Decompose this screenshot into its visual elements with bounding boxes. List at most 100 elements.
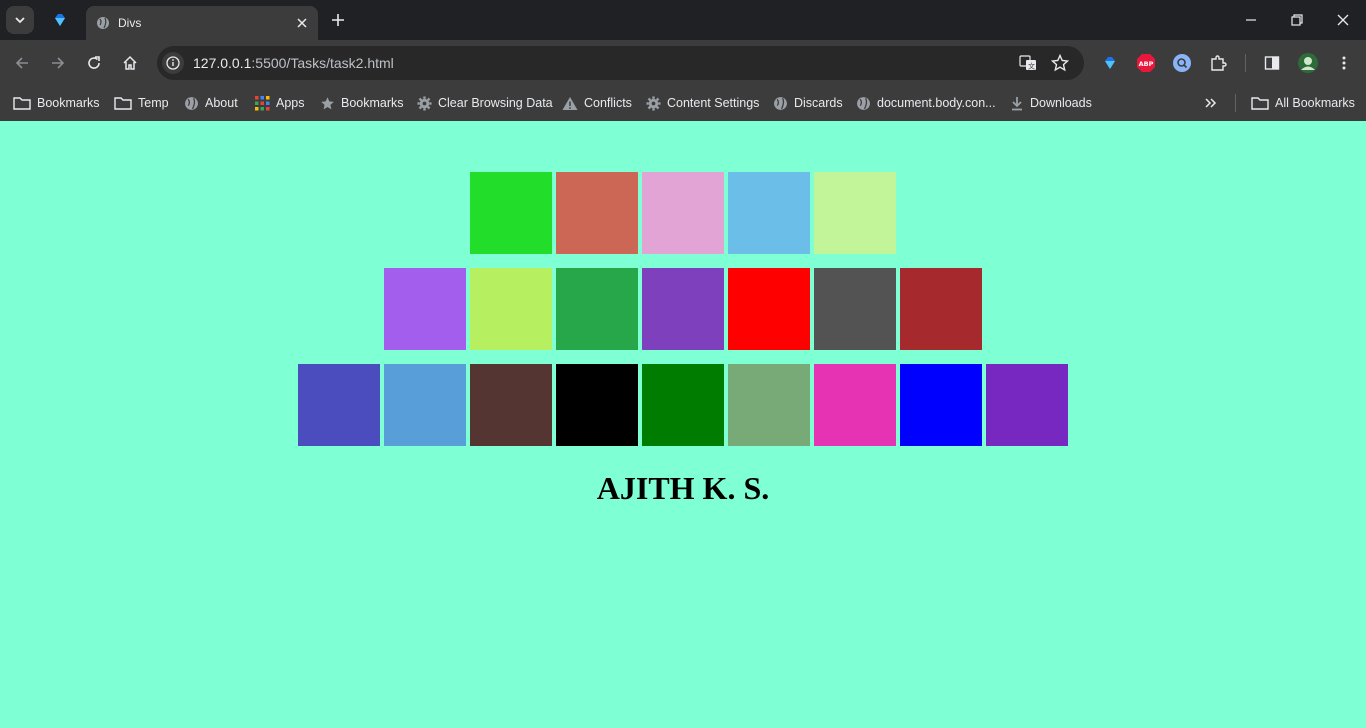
bookmark-downloads[interactable]: Downloads xyxy=(1010,90,1092,116)
box-row-3 xyxy=(0,364,1366,446)
adblock-icon: ABP xyxy=(1137,54,1155,72)
extension-search[interactable] xyxy=(1169,50,1195,76)
home-button[interactable] xyxy=(116,49,144,77)
home-icon xyxy=(123,55,137,70)
bookmark-about[interactable]: About xyxy=(184,90,238,116)
color-box xyxy=(556,268,638,350)
globe-icon xyxy=(97,17,109,29)
color-box xyxy=(642,268,724,350)
side-panel-icon xyxy=(1264,56,1280,70)
color-box xyxy=(986,364,1068,446)
bookmark-folder-bookmarks[interactable]: Bookmarks xyxy=(13,90,100,116)
tab-close-button[interactable] xyxy=(292,13,312,33)
double-chevron-right-icon xyxy=(1205,98,1217,108)
bookmark-label: Apps xyxy=(276,96,305,110)
side-panel-button[interactable] xyxy=(1259,50,1285,76)
active-tab[interactable]: Divs xyxy=(86,6,318,40)
bookmark-label: Bookmarks xyxy=(37,96,100,110)
bookmark-label: document.body.con... xyxy=(877,96,996,110)
bookmark-label: Clear Browsing Data xyxy=(438,96,553,110)
color-box xyxy=(728,268,810,350)
forward-button[interactable] xyxy=(44,49,72,77)
bookmark-folder-temp[interactable]: Temp xyxy=(114,90,169,116)
bookmarks-bar: Bookmarks Temp About Apps Bookmarks Clea… xyxy=(0,86,1366,121)
box-row-2 xyxy=(0,268,1366,350)
svg-text:文: 文 xyxy=(1028,62,1035,71)
bookmark-label: Downloads xyxy=(1030,96,1092,110)
page-viewport: AJITH K. S. xyxy=(0,121,1366,728)
color-box xyxy=(384,364,466,446)
color-box xyxy=(814,172,896,254)
star-outline-icon xyxy=(1051,54,1069,72)
color-box xyxy=(814,268,896,350)
bookmark-discards[interactable]: Discards xyxy=(773,90,843,116)
bookmark-apps[interactable]: Apps xyxy=(255,90,305,116)
extension-gem[interactable] xyxy=(1097,50,1123,76)
bookmark-content-settings[interactable]: Content Settings xyxy=(646,90,759,116)
translate-icon: 文 xyxy=(1019,55,1036,71)
bookmark-label: Bookmarks xyxy=(341,96,404,110)
bookmark-document-body[interactable]: document.body.con... xyxy=(856,90,996,116)
arrow-right-icon xyxy=(52,57,65,69)
reload-icon xyxy=(88,56,100,69)
color-box xyxy=(470,364,552,446)
color-box xyxy=(470,268,552,350)
download-icon xyxy=(1012,96,1022,110)
folder-icon xyxy=(1251,97,1269,110)
arrow-left-icon xyxy=(15,57,28,69)
profile-avatar[interactable] xyxy=(1295,50,1321,76)
folder-icon xyxy=(114,97,132,110)
more-vert-icon xyxy=(1342,56,1346,70)
minimize-button[interactable] xyxy=(1228,6,1274,34)
reload-button[interactable] xyxy=(80,49,108,77)
new-tab-button[interactable] xyxy=(326,8,350,32)
color-box xyxy=(556,364,638,446)
bookmarks-separator xyxy=(1235,94,1236,112)
bookmark-label: All Bookmarks xyxy=(1275,96,1355,110)
bookmark-bookmarks-manager[interactable]: Bookmarks xyxy=(320,90,404,116)
chrome-menu-button[interactable] xyxy=(1331,50,1357,76)
color-box xyxy=(556,172,638,254)
warning-icon xyxy=(562,96,578,110)
url-text: 127.0.0.1:5500/Tasks/task2.html xyxy=(193,55,1014,71)
bookmarks-overflow-button[interactable] xyxy=(1204,90,1224,116)
close-window-button[interactable] xyxy=(1320,6,1366,34)
color-box xyxy=(728,364,810,446)
minimize-icon xyxy=(1246,19,1256,21)
gear-icon xyxy=(417,95,432,111)
gem-icon xyxy=(1105,57,1115,69)
color-box xyxy=(384,268,466,350)
plus-icon xyxy=(332,14,344,26)
extension-adblock-plus[interactable]: ABP xyxy=(1133,50,1159,76)
bookmark-conflicts[interactable]: Conflicts xyxy=(562,90,632,116)
chevron-down-icon xyxy=(15,17,25,24)
extensions-menu-button[interactable] xyxy=(1205,50,1231,76)
back-button[interactable] xyxy=(8,49,36,77)
bookmark-clear-browsing-data[interactable]: Clear Browsing Data xyxy=(417,90,553,116)
apps-grid-icon xyxy=(255,95,270,110)
all-bookmarks-button[interactable]: All Bookmarks xyxy=(1251,90,1355,116)
bookmark-label: Content Settings xyxy=(667,96,760,110)
avatar-icon xyxy=(1298,53,1318,73)
folder-icon xyxy=(13,97,31,110)
site-info-button[interactable] xyxy=(162,52,184,74)
bookmark-label: Conflicts xyxy=(584,96,632,110)
address-bar[interactable]: 127.0.0.1:5500/Tasks/task2.html 文 xyxy=(157,46,1084,80)
puzzle-icon xyxy=(1211,55,1227,71)
tab-search-button[interactable] xyxy=(6,6,34,34)
globe-icon xyxy=(857,96,870,110)
bookmark-star-button[interactable] xyxy=(1046,49,1074,77)
info-icon xyxy=(166,56,180,70)
color-box xyxy=(642,172,724,254)
color-box xyxy=(900,364,982,446)
restore-button[interactable] xyxy=(1274,6,1320,34)
translate-button[interactable]: 文 xyxy=(1014,49,1042,77)
color-box xyxy=(642,364,724,446)
box-row-1 xyxy=(0,172,1366,254)
restore-icon xyxy=(1291,14,1303,26)
pinned-tab[interactable] xyxy=(44,6,76,34)
color-box xyxy=(470,172,552,254)
color-box xyxy=(900,268,982,350)
search-circle-icon xyxy=(1173,54,1191,72)
color-box xyxy=(298,364,380,446)
